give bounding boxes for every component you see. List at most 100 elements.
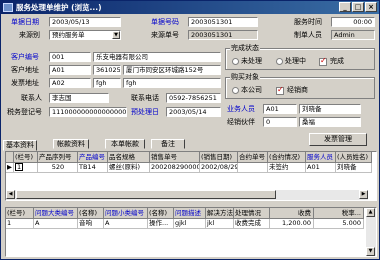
rep-name-field[interactable]: 刘晓备: [299, 104, 361, 114]
grid1-col-spec: 品名规格: [108, 152, 150, 163]
contact-field[interactable]: 李志国: [49, 93, 109, 103]
tax-label: 税务登记号: [7, 108, 42, 116]
maker-field[interactable]: Admin: [331, 30, 375, 40]
service-time-label: 服务时间: [294, 18, 322, 26]
title-bar: 服务处理单维护 (浏览...) _ □ ×: [1, 1, 379, 14]
scroll-up-icon[interactable]: ▲: [366, 208, 375, 217]
grid1-col-staff-name: (人员姓名): [336, 152, 372, 163]
buy-group-title: 购买对象: [230, 73, 260, 82]
cell-product-code[interactable]: TB14: [78, 163, 108, 173]
cell-contract-status[interactable]: 未签约: [268, 163, 306, 173]
close-button[interactable]: ×: [365, 2, 377, 12]
phone-field[interactable]: 0592-7856251: [166, 93, 221, 103]
tab-notes[interactable]: 备注: [151, 139, 185, 149]
cell-handling[interactable]: 收费完成: [234, 219, 270, 229]
cell-staff[interactable]: A01: [306, 163, 336, 173]
tab-bill-account[interactable]: 本单帐款: [105, 139, 145, 149]
grid2-col-minor-name: (名称): [148, 208, 174, 219]
addr-zip-field[interactable]: 361025: [93, 65, 121, 75]
grid1-col-contract-status: (合约情况): [268, 152, 306, 163]
status-label-processing: 处理中: [285, 57, 306, 65]
tab-basic[interactable]: 基本资料: [3, 140, 37, 151]
source-select[interactable]: 预约服务单 ▼: [49, 30, 121, 40]
tax-field[interactable]: 111000000000000000: [49, 107, 127, 117]
window-title: 服务处理单维护 (浏览...): [16, 3, 102, 12]
minimize-button[interactable]: _: [339, 2, 351, 12]
chevron-down-icon[interactable]: ▼: [112, 31, 120, 39]
buy-label-dealer: 经销商: [287, 86, 308, 94]
buy-label-company: 本公司: [241, 86, 262, 94]
addr-code-field[interactable]: A01: [49, 65, 91, 75]
grid2-col-fee: 收费: [270, 208, 314, 219]
settings-button[interactable]: 发票管理: [309, 133, 367, 146]
scroll-down-icon[interactable]: ▼: [366, 247, 375, 256]
status-radio-pending[interactable]: [232, 58, 239, 65]
grid1-col-sales-no: 销售单号: [150, 152, 200, 163]
cell-minor-name[interactable]: 操作...: [148, 219, 174, 229]
grid2-col-solution: 解决方法: [206, 208, 234, 219]
cell-major-name[interactable]: 音响: [78, 219, 104, 229]
ship-field-2[interactable]: fgh: [123, 78, 221, 88]
due-date-field[interactable]: 2003/05/14: [166, 107, 221, 117]
cell-serial[interactable]: 520: [38, 163, 78, 173]
source-value: 预约服务单: [52, 31, 85, 39]
buy-radio-company[interactable]: [232, 87, 239, 94]
dealer-name-field[interactable]: 桑福: [299, 117, 361, 127]
row-indicator: ▶: [6, 163, 14, 173]
cell-desc[interactable]: gjkl: [174, 219, 206, 229]
buy-check-dealer[interactable]: ✓: [276, 85, 284, 95]
rep-label: 业务人员: [227, 105, 255, 113]
table-row[interactable]: 1 A 音响 A 操作... gjkl jkl 收费完成 1,200.00 5.…: [6, 219, 364, 229]
issue-grid-header: (栏号) 问题大类编号 (名称) 问题小类编号 (名称) 问题描述 解决方法 处…: [6, 208, 364, 219]
check-mark-icon: ✓: [277, 85, 284, 94]
source-no-field[interactable]: 2003051301: [188, 30, 258, 40]
cell-solution[interactable]: jkl: [206, 219, 234, 229]
grid2-col-tax: 税率...: [314, 208, 364, 219]
cell-sales-date[interactable]: 2002/08/29: [200, 163, 238, 173]
status-check-done[interactable]: ✓: [319, 56, 327, 66]
tab-account[interactable]: 帐款资料: [53, 139, 89, 149]
grid1-col-sales-date: (销售日期): [200, 152, 238, 163]
maker-label: 制单人员: [294, 31, 322, 39]
grid2-col-major-code: 问题大类编号: [34, 208, 78, 219]
scroll-right-icon[interactable]: ▶: [359, 190, 368, 199]
ship-field-1[interactable]: fgh: [93, 78, 121, 88]
product-grid-header: (栏号) 产品序列号 产品编号 品名规格 销售单号 (销售日期) 合约单号 (合…: [6, 152, 372, 163]
status-label-pending: 未处理: [241, 57, 262, 65]
grid1-col-product-code: 产品编号: [78, 152, 108, 163]
cell-spec[interactable]: 螺丝(原料): [108, 163, 150, 173]
service-time-field[interactable]: 00:00: [331, 17, 375, 27]
doc-date-field[interactable]: 2003/05/13: [49, 17, 121, 27]
cell-line[interactable]: 1: [6, 219, 34, 229]
customer-code-field[interactable]: 001: [49, 52, 91, 62]
cell-minor-code[interactable]: A: [104, 219, 148, 229]
customer-name-field[interactable]: 乐支电器有限公司: [93, 52, 221, 62]
issue-grid: (栏号) 问题大类编号 (名称) 问题小类编号 (名称) 问题描述 解决方法 处…: [5, 207, 377, 257]
contact-label: 联系人: [21, 94, 42, 102]
cell-tax[interactable]: 5.000: [314, 219, 364, 229]
customer-addr-label: 客户地址: [11, 66, 39, 74]
maximize-button[interactable]: □: [352, 2, 364, 12]
addr-field[interactable]: 厦门市同安区环城路152号: [123, 65, 221, 75]
cell-fee[interactable]: 1,200.00: [270, 219, 314, 229]
table-row[interactable]: ▶ 1 520 TB14 螺丝(原料) 2002082900001 2002/0…: [6, 163, 372, 173]
grid2-col-line: (栏号): [6, 208, 34, 219]
cell-staff-name[interactable]: 刘晓备: [336, 163, 372, 173]
dealer-code-field[interactable]: 0: [263, 117, 297, 127]
main-window: 服务处理单维护 (浏览...) _ □ × 单据日期 2003/05/13 单据…: [0, 0, 380, 260]
scroll-thumb[interactable]: [16, 190, 276, 199]
grid1-col-indicator: [6, 152, 14, 163]
status-radio-processing[interactable]: [276, 58, 283, 65]
cell-sales-no[interactable]: 2002082900001: [150, 163, 200, 173]
vertical-scrollbar[interactable]: ▲ ▼: [366, 208, 376, 256]
scroll-left-icon[interactable]: ◀: [6, 190, 15, 199]
ship-code-field[interactable]: A02: [49, 78, 91, 88]
horizontal-scrollbar[interactable]: ◀ ▶: [6, 190, 368, 200]
cell-major-code[interactable]: A: [34, 219, 78, 229]
dealer-label: 经销伙伴: [227, 118, 255, 126]
cell-contract-no[interactable]: [238, 163, 268, 173]
grid1-col-line: (栏号): [14, 152, 38, 163]
cell-line[interactable]: 1: [14, 163, 38, 173]
rep-code-field[interactable]: A01: [263, 104, 297, 114]
doc-no-field[interactable]: 2003051301: [188, 17, 258, 27]
